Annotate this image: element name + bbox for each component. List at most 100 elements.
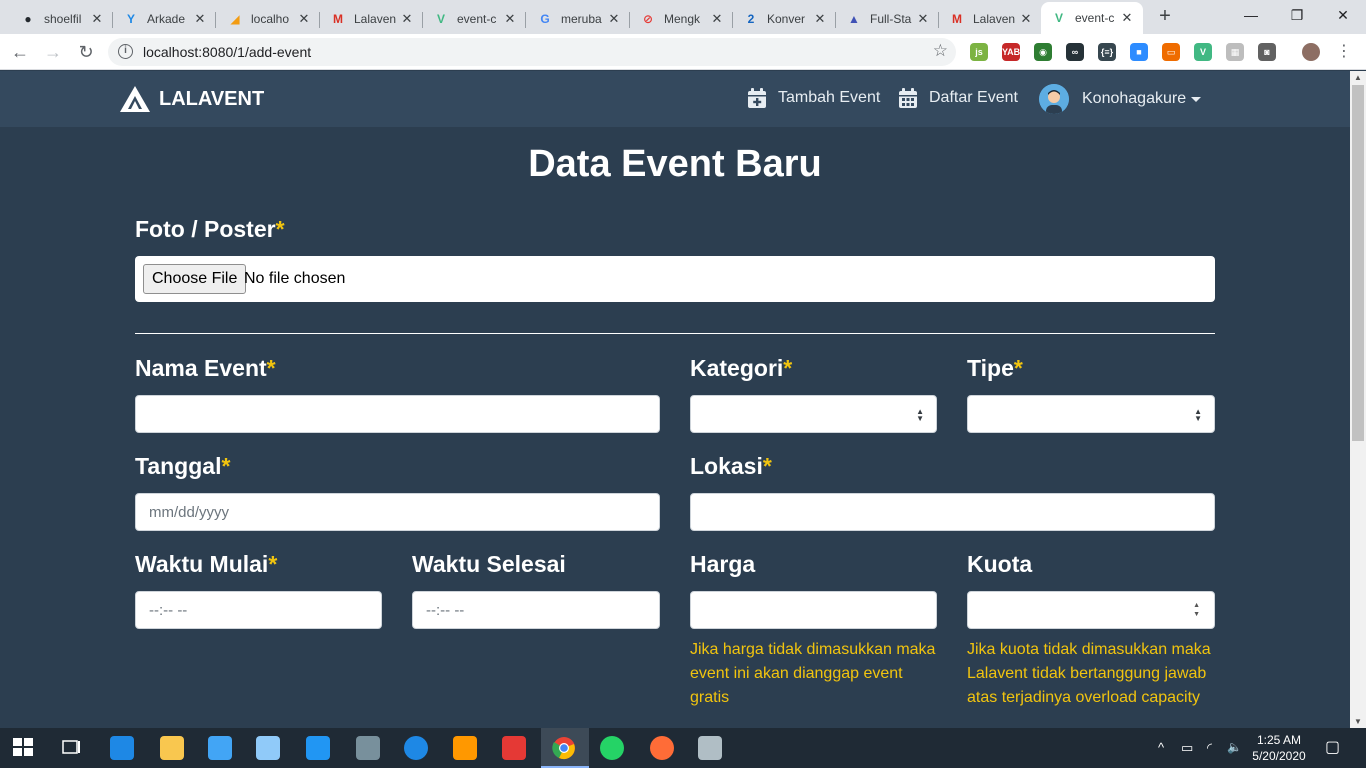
json-ext-icon[interactable]: {≡}	[1098, 43, 1116, 61]
scroll-down-icon[interactable]: ▼	[1354, 717, 1362, 726]
category-label: Kategori*	[690, 355, 793, 381]
maximize-button[interactable]: ❐	[1274, 0, 1320, 30]
type-select[interactable]: ▲ ▼	[967, 395, 1215, 433]
bookmark-star-icon[interactable]: ☆	[933, 41, 948, 61]
tab-close-icon[interactable]: ✕	[296, 11, 312, 27]
new-tab-button[interactable]: +	[1154, 6, 1176, 28]
tab-close-icon[interactable]: ✕	[89, 11, 105, 27]
required-mark: *	[266, 355, 276, 381]
photo-app-icon[interactable]	[502, 736, 526, 760]
notes-ext-icon[interactable]: ▭	[1162, 43, 1180, 61]
choose-file-button[interactable]: Choose File	[143, 264, 247, 294]
clock-date: 5/20/2020	[1252, 749, 1306, 763]
tray-chevron-icon[interactable]: ^	[1158, 740, 1164, 755]
tab-close-icon[interactable]: ✕	[606, 11, 622, 27]
edge-icon[interactable]	[110, 736, 134, 760]
sublime-icon[interactable]	[453, 736, 477, 760]
tab-close-icon[interactable]: ✕	[1119, 10, 1135, 26]
site-info-icon[interactable]: i	[118, 44, 133, 59]
address-bar[interactable]: i localhost:8080/1/add-event ☆	[108, 38, 956, 66]
browser-tab[interactable]: ▲ Full-Sta ✕	[836, 4, 939, 34]
nav-daftar-event[interactable]: Daftar Event	[898, 87, 1018, 109]
profile-avatar[interactable]	[1302, 43, 1320, 61]
chrome-icon[interactable]	[552, 736, 576, 760]
tab-close-icon[interactable]: ✕	[1018, 11, 1034, 27]
whatsapp-icon[interactable]	[600, 736, 624, 760]
globe-ext-icon[interactable]: ◉	[1034, 43, 1052, 61]
brand-link[interactable]: LALAVENT	[119, 85, 264, 113]
nav-tambah-event[interactable]: Tambah Event	[747, 87, 880, 109]
incognito-ext-icon[interactable]: ∞	[1066, 43, 1084, 61]
notifications-icon[interactable]: ▢	[1325, 737, 1340, 757]
nodejs-ext-icon[interactable]: js	[970, 43, 988, 61]
browser-tab[interactable]: M Lalaven ✕	[939, 4, 1042, 34]
tab-title: meruba	[561, 12, 602, 26]
file-explorer-icon[interactable]	[160, 736, 184, 760]
app-blue-icon[interactable]	[404, 736, 428, 760]
browser-tab[interactable]: Vevent-c ✕	[1041, 2, 1143, 34]
lalavent-logo-icon	[120, 86, 150, 112]
number-spinner-icon[interactable]: ▲ ▼	[1193, 601, 1200, 619]
photo-file-input[interactable]: Choose File No file chosen	[135, 256, 1215, 302]
start-time-placeholder: --:-- --	[149, 602, 188, 619]
tab-close-icon[interactable]: ✕	[502, 11, 518, 27]
task-view-icon[interactable]	[60, 736, 84, 760]
tab-close-icon[interactable]: ✕	[709, 11, 725, 27]
yab-ext-icon[interactable]: YAB	[1002, 43, 1020, 61]
browser-tab[interactable]: Y Arkade ✕	[113, 4, 216, 34]
postman-icon[interactable]	[650, 736, 674, 760]
zoom-ext-icon[interactable]: ■	[1130, 43, 1148, 61]
vue-icon: V	[1054, 11, 1063, 25]
reload-button[interactable]: ↻	[74, 40, 98, 64]
browser-tab[interactable]: Gmeruba ✕	[527, 4, 630, 34]
browser-tab[interactable]: ● shoelfil ✕	[10, 4, 113, 34]
tab-close-icon[interactable]: ✕	[399, 11, 415, 27]
tab-close-icon[interactable]: ✕	[812, 11, 828, 27]
volume-icon[interactable]: 🔈	[1227, 740, 1242, 754]
arkademy-icon: Y	[126, 12, 135, 26]
quota-input[interactable]: ▲ ▼	[967, 591, 1215, 629]
user-dropdown[interactable]: Konohagakure	[1039, 84, 1202, 114]
wifi-icon[interactable]: ◜	[1207, 740, 1212, 756]
required-mark: *	[275, 216, 285, 242]
scrollbar-thumb[interactable]	[1352, 85, 1364, 441]
mail-icon[interactable]	[208, 736, 232, 760]
forward-button[interactable]: →	[41, 40, 65, 64]
address-bar-url[interactable]: localhost:8080/1/add-event	[143, 44, 311, 60]
start-time-input[interactable]: --:-- --	[135, 591, 382, 629]
back-button[interactable]: ←	[8, 40, 32, 64]
tab-close-icon[interactable]: ✕	[192, 11, 208, 27]
close-window-button[interactable]: ✕	[1320, 0, 1366, 30]
browser-tab[interactable]: ⊘ Mengk ✕	[630, 4, 733, 34]
end-time-label: Waktu Selesai	[412, 551, 566, 577]
battery-icon[interactable]: ▭	[1181, 740, 1193, 756]
github-icon: ●	[24, 12, 32, 26]
paint-icon[interactable]	[698, 736, 722, 760]
browser-tab[interactable]: 2 Konver ✕	[733, 4, 836, 34]
price-input[interactable]	[690, 591, 937, 629]
camera-ext-icon[interactable]: ◙	[1258, 43, 1276, 61]
browser-tab[interactable]: ◢ localho ✕	[217, 4, 320, 34]
scroll-up-icon[interactable]: ▲	[1354, 73, 1362, 82]
browser-tab[interactable]: M Lalaven ✕	[320, 4, 423, 34]
browser-toolbar: ← → ↻ i localhost:8080/1/add-event ☆ js Y…	[0, 34, 1366, 70]
network-app-icon[interactable]	[256, 736, 280, 760]
event-name-input[interactable]	[135, 395, 660, 433]
tab-close-icon[interactable]: ✕	[915, 11, 931, 27]
browser-menu-icon[interactable]: ⋮	[1332, 40, 1356, 64]
page-scrollbar[interactable]: ▲ ▼	[1350, 71, 1366, 728]
calendar-icon	[899, 88, 917, 108]
system-clock[interactable]: 1:25 AM 5/20/2020	[1250, 732, 1308, 764]
windows-start-icon[interactable]	[12, 736, 36, 760]
category-select[interactable]: ▲ ▼	[690, 395, 937, 433]
tab-title: Arkade	[147, 12, 186, 26]
grid-ext-icon[interactable]: ▦	[1226, 43, 1244, 61]
location-input[interactable]	[690, 493, 1215, 531]
vscode-icon[interactable]	[306, 736, 330, 760]
end-time-input[interactable]: --:-- --	[412, 591, 660, 629]
browser-tab[interactable]: Vevent-c ✕	[423, 4, 526, 34]
devices-icon[interactable]	[356, 736, 380, 760]
minimize-button[interactable]: —	[1228, 0, 1274, 30]
date-input[interactable]: mm/dd/yyyy	[135, 493, 660, 531]
vue-devtools-icon[interactable]: V	[1194, 43, 1212, 61]
